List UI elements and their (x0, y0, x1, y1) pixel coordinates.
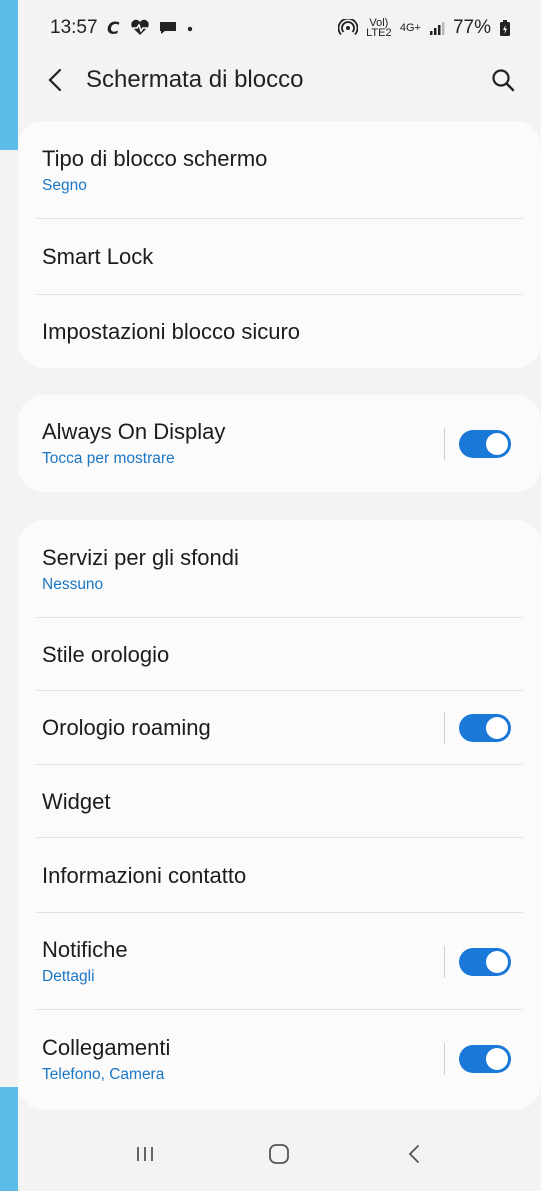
hotspot-icon (337, 19, 358, 37)
setting-subtitle: Segno (42, 176, 87, 194)
setting-title: Notifiche (42, 937, 128, 962)
chat-bubble-icon (158, 19, 178, 37)
phone-screen: 13:57 C Vol) LTE2 4G+ 77% Schermata di b… (0, 0, 541, 1191)
setting-title: Informazioni contatto (42, 862, 247, 888)
item-texts: Notifiche Dettagli (42, 937, 444, 986)
setting-item-always-on-display[interactable]: Always On Display Tocca per mostrare (18, 395, 541, 492)
setting-item-shortcuts[interactable]: Collegamenti Telefono, Camera (18, 1010, 541, 1108)
item-texts: Always On Display Tocca per mostrare (42, 419, 444, 468)
nav-back-button[interactable] (392, 1132, 436, 1176)
svg-text:C: C (107, 19, 120, 37)
setting-item-roaming-clock[interactable]: Orologio roaming (18, 691, 541, 765)
always-on-display-toggle[interactable] (459, 429, 511, 458)
setting-title: Tipo di blocco schermo (42, 145, 268, 171)
search-icon (492, 69, 515, 92)
carrier-c-icon: C (106, 19, 122, 37)
item-texts: Servizi per gli sfondi Nessuno (42, 545, 517, 594)
setting-title: Orologio roaming (42, 715, 211, 740)
notifications-toggle[interactable] (459, 947, 511, 976)
recent-apps-button[interactable] (123, 1132, 167, 1176)
dot-icon (186, 19, 194, 37)
edge-panel-strip-bottom (0, 1087, 18, 1191)
setting-subtitle: Nessuno (42, 575, 104, 593)
setting-title: Smart Lock (42, 244, 154, 269)
item-texts: Impostazioni blocco sicuro (42, 319, 517, 345)
toggle-wrap (444, 712, 511, 744)
settings-group-always-on: Always On Display Tocca per mostrare (18, 395, 541, 492)
vertical-separator (444, 712, 445, 744)
shortcuts-toggle[interactable] (459, 1045, 511, 1073)
toggle-wrap (444, 945, 511, 978)
vertical-separator (444, 1043, 445, 1075)
page-title: Schermata di blocco (86, 66, 304, 93)
battery-icon (499, 19, 511, 37)
item-texts: Tipo di blocco schermo Segno (42, 146, 517, 195)
back-button[interactable] (40, 65, 70, 95)
setting-item-secure-lock-settings[interactable]: Impostazioni blocco sicuro (18, 295, 541, 368)
toggle-wrap (444, 1043, 511, 1075)
item-texts: Orologio roaming (42, 715, 444, 741)
toggle-knob (486, 1048, 508, 1070)
setting-subtitle: Telefono, Camera (42, 1065, 165, 1083)
status-right: Vol) LTE2 4G+ 77% (337, 17, 511, 39)
toggle-wrap (444, 427, 511, 460)
setting-title: Servizi per gli sfondi (42, 544, 239, 570)
item-texts: Collegamenti Telefono, Camera (42, 1035, 444, 1084)
back-icon (408, 1145, 419, 1163)
home-button[interactable] (257, 1132, 301, 1176)
setting-title: Impostazioni blocco sicuro (42, 318, 301, 344)
toggle-knob (486, 950, 508, 973)
signal-icon (429, 20, 445, 36)
setting-item-widget[interactable]: Widget (18, 765, 541, 838)
setting-item-notifications[interactable]: Notifiche Dettagli (18, 913, 541, 1010)
heartbeat-icon (130, 19, 150, 37)
setting-item-contact-info[interactable]: Informazioni contatto (18, 838, 541, 913)
setting-item-lock-screen-type[interactable]: Tipo di blocco schermo Segno (18, 121, 541, 219)
item-texts: Widget (42, 789, 517, 815)
status-time: 13:57 (50, 17, 98, 38)
navigation-bar (18, 1124, 541, 1184)
setting-item-smart-lock[interactable]: Smart Lock (18, 219, 541, 295)
battery-percent: 77% (452, 17, 491, 38)
chevron-left-icon (48, 68, 62, 92)
toggle-knob (486, 432, 508, 455)
item-texts: Informazioni contatto (42, 863, 517, 889)
settings-group-lock-customization: Servizi per gli sfondi Nessuno Stile oro… (18, 520, 541, 1110)
network-type-label: 4G+ (399, 22, 421, 34)
roaming-clock-toggle[interactable] (459, 714, 511, 742)
volte-label: Vol) LTE2 (366, 17, 392, 39)
status-bar: 13:57 C Vol) LTE2 4G+ 77% (0, 0, 541, 56)
setting-subtitle: Tocca per mostrare (42, 450, 175, 467)
setting-item-clock-style[interactable]: Stile orologio (18, 618, 541, 691)
setting-subtitle: Dettagli (42, 968, 95, 985)
setting-title: Always On Display (42, 419, 226, 444)
setting-title: Stile orologio (42, 641, 170, 667)
vertical-separator (444, 945, 445, 978)
recent-apps-icon (137, 1147, 154, 1161)
vertical-separator (444, 427, 445, 460)
status-left: 13:57 C (50, 17, 194, 39)
toggle-knob (486, 717, 508, 739)
setting-title: Widget (42, 788, 111, 814)
item-texts: Stile orologio (42, 642, 517, 668)
setting-title: Collegamenti (42, 1034, 171, 1060)
item-texts: Smart Lock (42, 244, 517, 270)
home-icon (269, 1144, 290, 1164)
setting-item-wallpaper-services[interactable]: Servizi per gli sfondi Nessuno (18, 520, 541, 618)
settings-group-lock-type: Tipo di blocco schermo Segno Smart Lock … (18, 121, 541, 368)
app-header: Schermata di blocco (0, 52, 541, 108)
search-button[interactable] (487, 64, 519, 96)
